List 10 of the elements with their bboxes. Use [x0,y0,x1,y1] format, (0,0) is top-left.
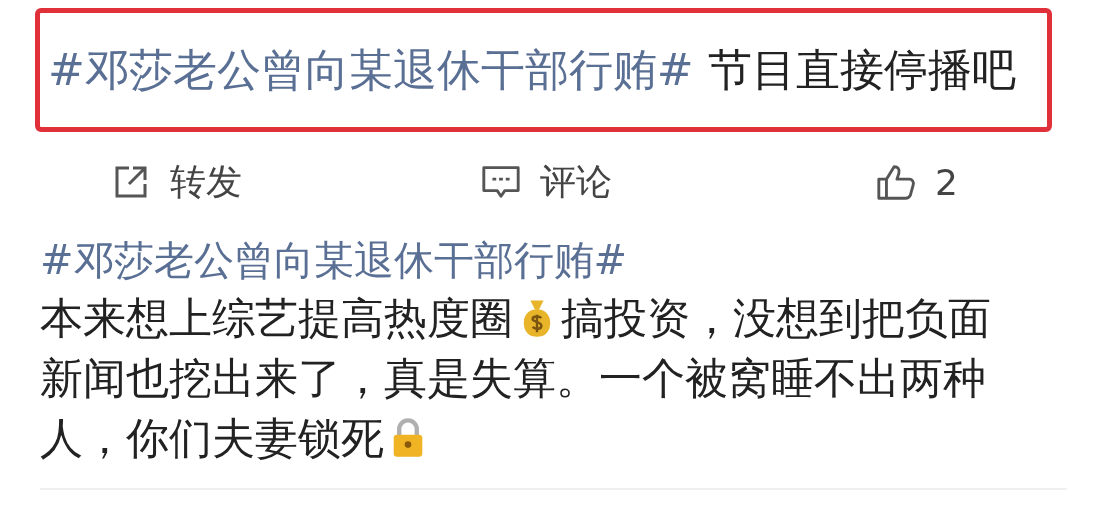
topic-link[interactable]: #邓莎老公曾向某退休干部行贿# [40,232,1107,288]
comment-text: 人，你们夫妻锁死 [40,412,384,465]
comment-text: 本来想上综艺提高热度圈 [40,292,513,345]
repost-label[interactable]: 转发 [170,157,242,207]
like-label[interactable]: 2 [935,161,958,203]
comment-label[interactable]: 评论 [540,157,612,207]
comment-text: 新闻也挖出来了，真是失算。一个被窝睡不出两种 [40,352,986,405]
comment-text: 搞投资，没想到把负面 [561,292,991,345]
thumbs-up-icon[interactable] [875,162,917,202]
post-text: #邓莎老公曾向某退休干部行贿# 节目直接停播吧 [48,42,1016,97]
